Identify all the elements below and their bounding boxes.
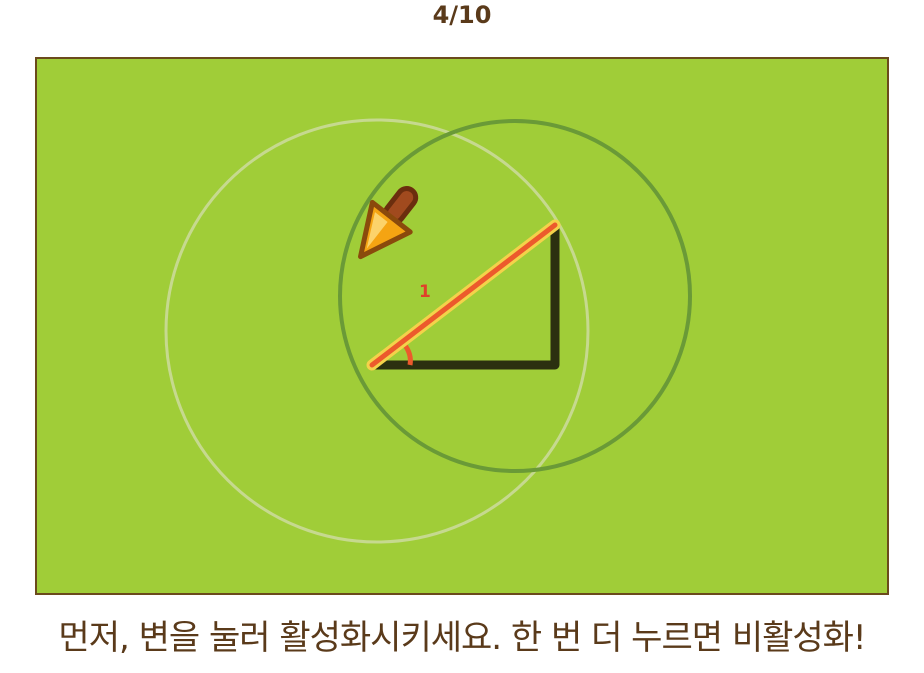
- light-circle: [164, 118, 590, 544]
- hypotenuse-edge[interactable]: [369, 222, 558, 368]
- geometry-canvas[interactable]: 1: [37, 59, 887, 593]
- angle-label: 1: [419, 282, 431, 302]
- progress-counter: 4/10: [432, 1, 492, 29]
- game-board[interactable]: 1: [35, 57, 889, 595]
- dark-circle: [338, 119, 692, 473]
- instruction-text: 먼저, 변을 눌러 활성화시키세요. 한 번 더 누르면 비활성화!: [58, 618, 866, 658]
